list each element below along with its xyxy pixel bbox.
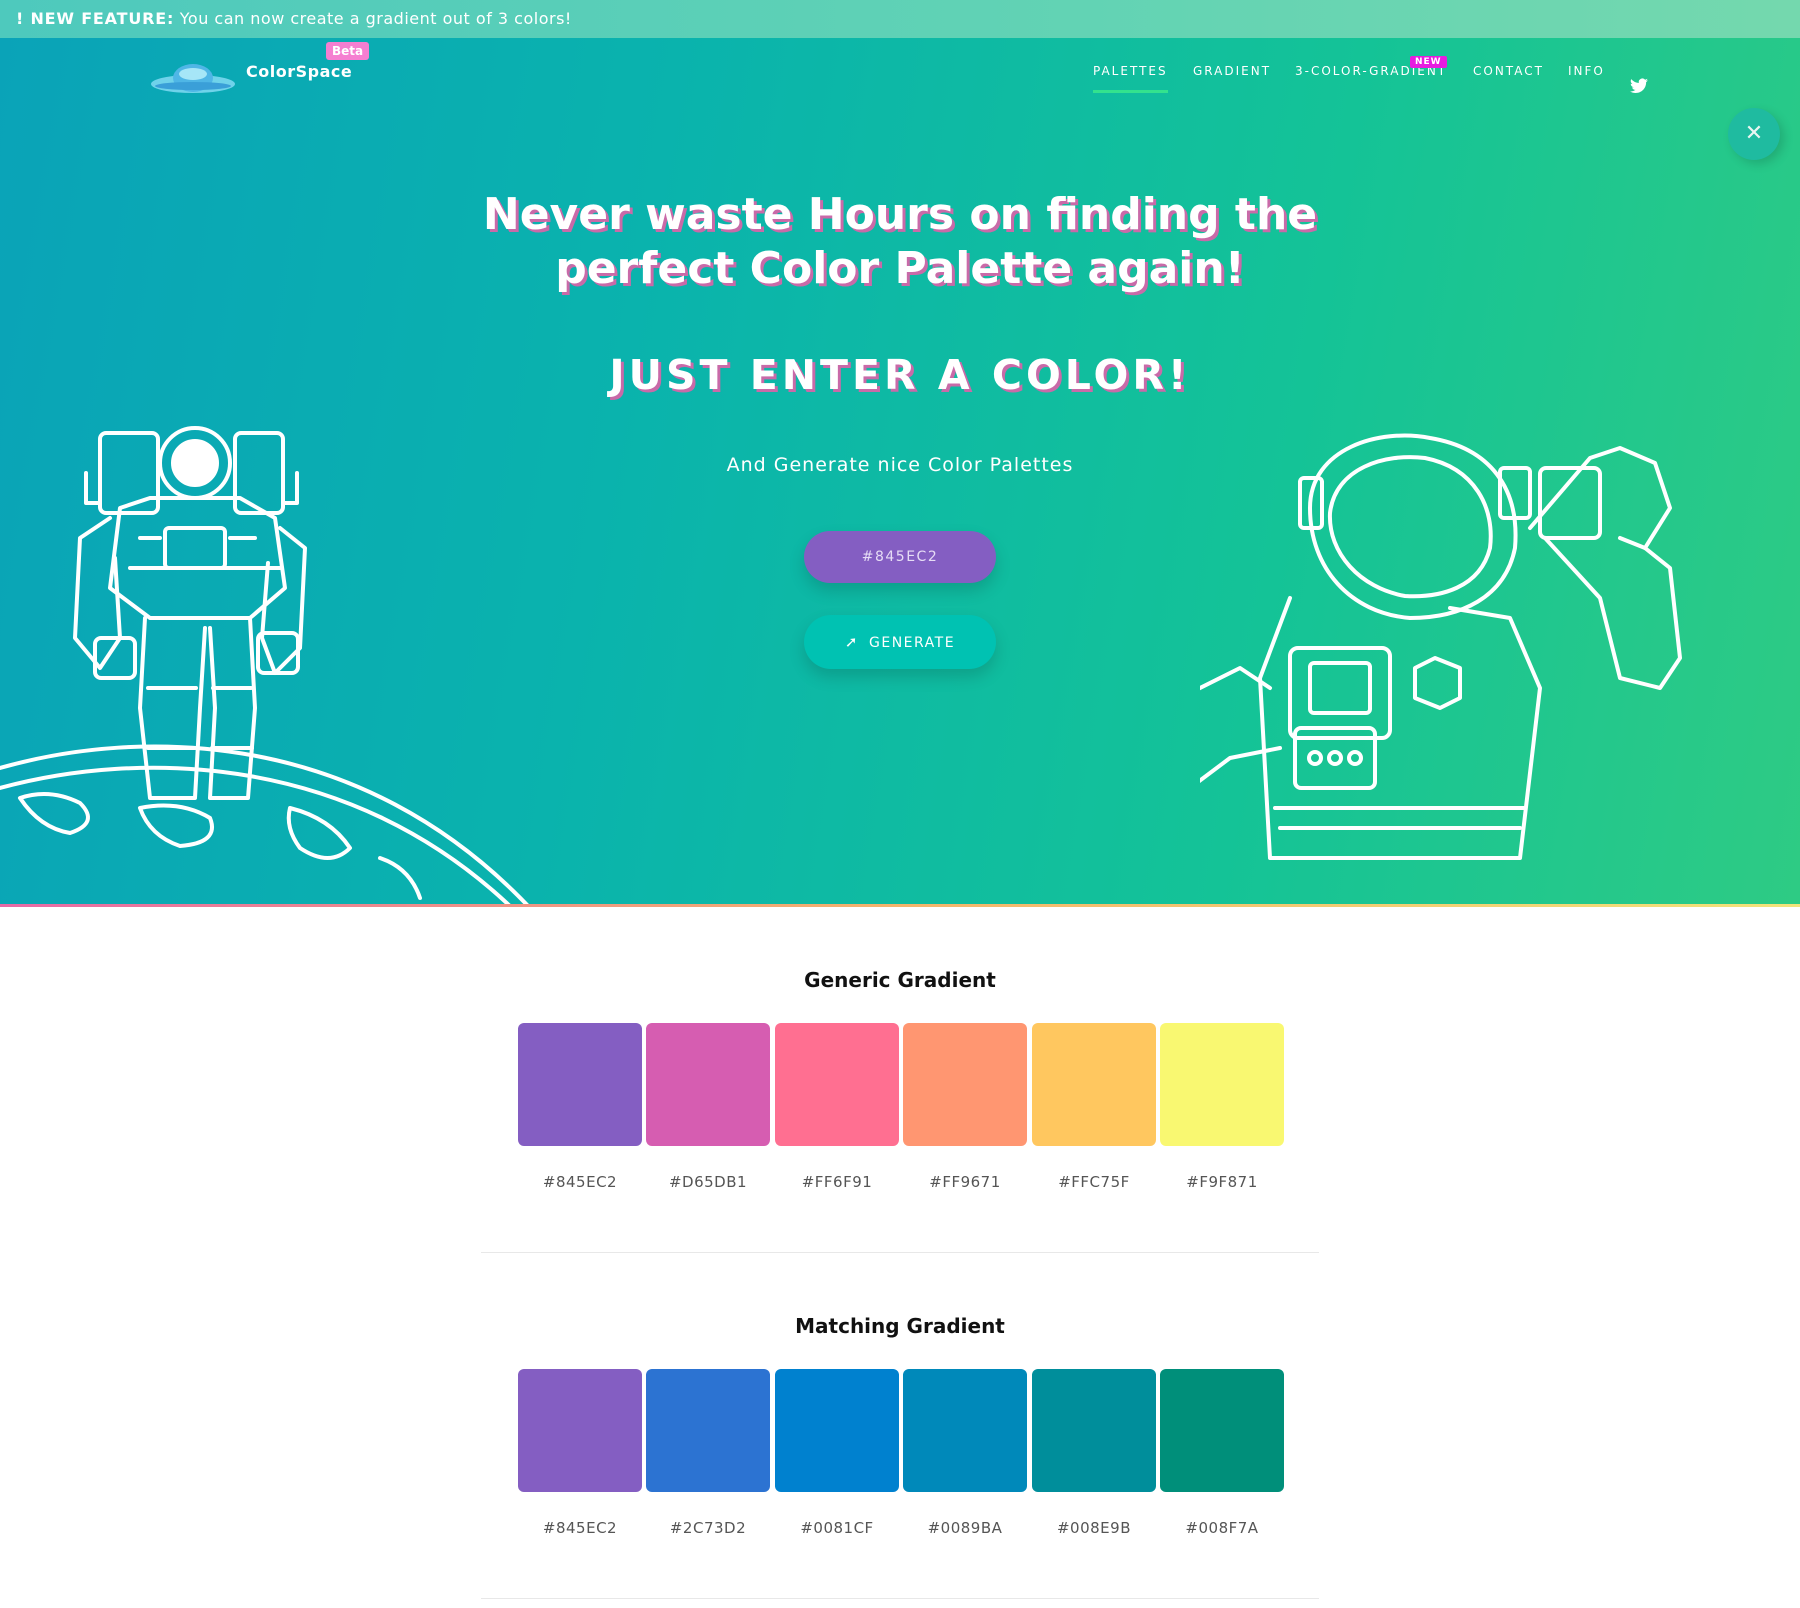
generic-swatch-label-5: #FFC75F: [1058, 1173, 1130, 1191]
beta-badge: Beta: [326, 42, 370, 60]
section-divider-bottom: [481, 1598, 1319, 1599]
new-badge: NEW: [1410, 56, 1447, 68]
generic-swatch-4[interactable]: [903, 1023, 1027, 1146]
hero-divider: [0, 904, 1800, 907]
nav-contact[interactable]: CONTACT: [1473, 60, 1544, 82]
generic-swatch-label-6: #F9F871: [1186, 1173, 1258, 1191]
color-input[interactable]: [804, 531, 996, 583]
section-divider: [481, 1252, 1319, 1253]
generic-swatch-5[interactable]: [1032, 1023, 1156, 1146]
matching-gradient-title: Matching Gradient: [795, 1314, 1005, 1338]
nav-gradient[interactable]: GRADIENT: [1193, 60, 1271, 82]
generic-swatch-label-4: #FF9671: [929, 1173, 1001, 1191]
generic-swatch-3[interactable]: [775, 1023, 899, 1146]
matching-swatch-label-3: #0081CF: [800, 1519, 874, 1537]
matching-swatch-1[interactable]: [518, 1369, 642, 1492]
generic-swatch-label-1: #845EC2: [542, 1173, 618, 1191]
matching-swatch-label-6: #008F7A: [1185, 1519, 1259, 1537]
nav-palettes[interactable]: PALETTES: [1093, 60, 1168, 93]
announcement-bar: ! NEW FEATURE: You can now create a grad…: [0, 0, 1800, 38]
twitter-icon[interactable]: [1630, 78, 1648, 94]
announcement-text: You can now create a gradient out of 3 c…: [179, 9, 572, 28]
astronaut-planet-illustration: [0, 426, 529, 904]
hero-section: ColorSpace Beta PALETTES GRADIENT 3-COLO…: [0, 38, 1800, 904]
main-nav: PALETTES GRADIENT 3-COLOR-GRADIENT NEW C…: [0, 56, 1800, 100]
hero-headline: Never waste Hours on finding the perfect…: [482, 189, 1318, 294]
close-icon[interactable]: ✕: [1728, 108, 1780, 160]
hero-subhead: JUST ENTER A COLOR!: [609, 351, 1191, 399]
matching-swatch-label-1: #845EC2: [542, 1519, 618, 1537]
rocket-icon: ➚: [844, 633, 859, 651]
generic-swatch-label-2: #D65DB1: [668, 1173, 748, 1191]
astronaut-waving-illustration: [1200, 433, 1682, 860]
generic-swatch-1[interactable]: [518, 1023, 642, 1146]
generate-button[interactable]: ➚ GENERATE: [804, 615, 996, 669]
matching-swatch-6[interactable]: [1160, 1369, 1284, 1492]
matching-swatch-label-5: #008E9B: [1056, 1519, 1131, 1537]
matching-swatch-5[interactable]: [1032, 1369, 1156, 1492]
matching-swatch-3[interactable]: [775, 1369, 899, 1492]
generic-swatch-label-3: #FF6F91: [801, 1173, 873, 1191]
matching-swatch-label-4: #0089BA: [927, 1519, 1003, 1537]
hero-tagline: And Generate nice Color Palettes: [726, 454, 1074, 476]
generic-gradient-title: Generic Gradient: [804, 968, 996, 992]
generate-label: GENERATE: [869, 635, 956, 651]
matching-swatch-2[interactable]: [646, 1369, 770, 1492]
matching-swatch-4[interactable]: [903, 1369, 1027, 1492]
generic-swatch-2[interactable]: [646, 1023, 770, 1146]
generic-swatch-6[interactable]: [1160, 1023, 1284, 1146]
nav-info[interactable]: INFO: [1568, 60, 1605, 82]
matching-swatch-label-2: #2C73D2: [669, 1519, 747, 1537]
announcement-prefix: ! NEW FEATURE:: [16, 9, 175, 28]
